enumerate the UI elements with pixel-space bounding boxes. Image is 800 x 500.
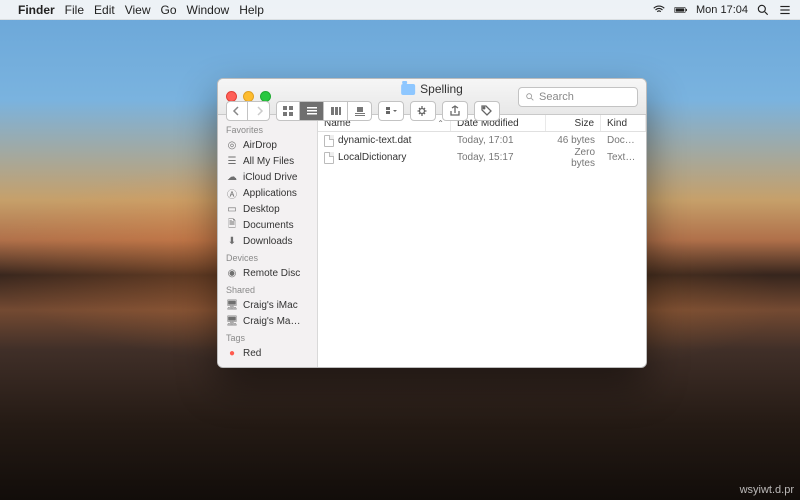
file-kind: Docume…: [601, 135, 646, 146]
sidebar-item-tag-red[interactable]: ●Red: [218, 345, 317, 361]
search-placeholder: Search: [539, 91, 574, 103]
window-title: Spelling: [401, 82, 463, 96]
sidebar-heading-shared: Shared: [218, 281, 317, 297]
desktop-icon: ▭: [226, 203, 238, 215]
search-icon: [525, 92, 535, 102]
icloud-icon: ☁: [226, 171, 238, 183]
column-header-size[interactable]: Size: [546, 115, 601, 131]
sidebar-item-documents[interactable]: 🗎Documents: [218, 217, 317, 233]
allmyfiles-icon: ☰: [226, 155, 238, 167]
menubar-clock[interactable]: Mon 17:04: [696, 4, 748, 16]
arrange-dropdown[interactable]: [378, 101, 404, 121]
documents-icon: 🗎: [226, 219, 238, 231]
file-kind: TextEd…: [601, 152, 646, 163]
tag-red-icon: ●: [226, 347, 238, 359]
view-icon-button[interactable]: [276, 101, 300, 121]
menubar: Finder File Edit View Go Window Help Mon…: [0, 0, 800, 20]
view-switcher: [276, 101, 372, 121]
notification-center-icon[interactable]: [778, 3, 792, 17]
applications-icon: Ⓐ: [226, 187, 238, 199]
sidebar-item-shared-mac[interactable]: 🖥Craig's Ma…: [218, 313, 317, 329]
airdrop-icon: ◎: [226, 139, 238, 151]
file-date: Today, 17:01: [451, 135, 546, 146]
window-title-text: Spelling: [420, 82, 463, 96]
document-icon: [324, 152, 334, 164]
file-size: Zero bytes: [546, 147, 601, 169]
action-dropdown[interactable]: [410, 101, 436, 121]
file-name: dynamic-text.dat: [338, 135, 411, 146]
menu-go[interactable]: Go: [161, 3, 177, 17]
nav-forward-button[interactable]: [248, 101, 270, 121]
view-coverflow-button[interactable]: [348, 101, 372, 121]
sidebar-item-icloud[interactable]: ☁iCloud Drive: [218, 169, 317, 185]
file-row[interactable]: LocalDictionary Today, 15:17 Zero bytes …: [318, 149, 646, 166]
wifi-icon[interactable]: [652, 3, 666, 17]
sidebar-heading-tags: Tags: [218, 329, 317, 345]
menu-file[interactable]: File: [65, 3, 84, 17]
finder-sidebar: Favorites ◎AirDrop ☰All My Files ☁iCloud…: [218, 115, 318, 367]
sidebar-item-applications[interactable]: ⒶApplications: [218, 185, 317, 201]
file-listing: Name⌃ Date Modified Size Kind dynamic-te…: [318, 115, 646, 367]
menu-view[interactable]: View: [125, 3, 151, 17]
view-column-button[interactable]: [324, 101, 348, 121]
window-titlebar[interactable]: Spelling Search: [218, 79, 646, 115]
search-field[interactable]: Search: [518, 87, 638, 107]
document-icon: [324, 135, 334, 147]
watermark: wsyiwt.d.pr: [740, 484, 794, 496]
view-list-button[interactable]: [300, 101, 324, 121]
disc-icon: ◉: [226, 267, 238, 279]
sidebar-item-shared-imac[interactable]: 🖥Craig's iMac: [218, 297, 317, 313]
menubar-app-name[interactable]: Finder: [18, 3, 55, 17]
sidebar-item-airdrop[interactable]: ◎AirDrop: [218, 137, 317, 153]
menu-edit[interactable]: Edit: [94, 3, 115, 17]
sidebar-heading-favorites: Favorites: [218, 121, 317, 137]
column-header-kind[interactable]: Kind: [601, 115, 646, 131]
sidebar-item-downloads[interactable]: ⬇Downloads: [218, 233, 317, 249]
sidebar-heading-devices: Devices: [218, 249, 317, 265]
nav-back-button[interactable]: [226, 101, 248, 121]
file-date: Today, 15:17: [451, 152, 546, 163]
file-name: LocalDictionary: [338, 152, 406, 163]
sidebar-item-desktop[interactable]: ▭Desktop: [218, 201, 317, 217]
sidebar-item-allmyfiles[interactable]: ☰All My Files: [218, 153, 317, 169]
sidebar-item-remotedisc[interactable]: ◉Remote Disc: [218, 265, 317, 281]
folder-icon: [401, 84, 415, 95]
computer-icon: 🖥: [226, 315, 238, 327]
downloads-icon: ⬇: [226, 235, 238, 247]
menu-help[interactable]: Help: [239, 3, 264, 17]
finder-window: Spelling Search: [217, 78, 647, 368]
computer-icon: 🖥: [226, 299, 238, 311]
menu-window[interactable]: Window: [187, 3, 230, 17]
share-button[interactable]: [442, 101, 468, 121]
battery-icon[interactable]: [674, 3, 688, 17]
spotlight-icon[interactable]: [756, 3, 770, 17]
file-size: 46 bytes: [546, 135, 601, 146]
tags-button[interactable]: [474, 101, 500, 121]
